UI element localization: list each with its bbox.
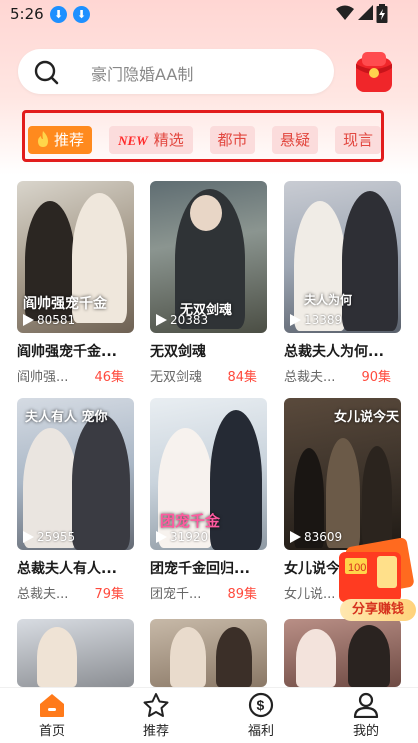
search-bar[interactable]: 豪门隐婚AA制 [18, 49, 334, 94]
home-icon [40, 694, 64, 717]
drama-title: 总裁夫人为何... [284, 344, 384, 360]
tab-urban[interactable]: 都市 [210, 126, 255, 154]
tab-label: 都市 [217, 131, 248, 149]
view-count: 31920 [156, 530, 208, 544]
view-count: 20383 [156, 313, 208, 327]
nav-mine[interactable]: 我的 [336, 692, 396, 739]
episode-count: 79集 [94, 587, 124, 602]
tab-label: 悬疑 [279, 131, 310, 149]
drama-poster[interactable] [150, 619, 267, 687]
play-icon [156, 530, 167, 543]
drama-title: 无双剑魂 [150, 344, 206, 360]
play-icon [290, 530, 301, 543]
view-count: 13389 [290, 313, 342, 327]
poster-title: 团宠千金 [160, 512, 221, 530]
view-count: 25955 [23, 530, 75, 544]
poster-title: 夫人有人 宠你 [25, 410, 108, 425]
drama-subtitle: 总裁夫... [284, 370, 336, 385]
drama-poster[interactable]: 团宠千金 31920 [150, 398, 267, 550]
poster-title: 女儿说今天 [334, 410, 400, 425]
tab-recommend[interactable]: 推荐 [28, 126, 92, 154]
search-input[interactable]: 豪门隐婚AA制 [91, 61, 193, 85]
drama-poster[interactable]: 夫人为何 13389 [284, 181, 401, 333]
star-icon [143, 693, 169, 717]
signal-icon [358, 5, 373, 20]
drama-poster[interactable]: 夫人有人 宠你 25955 [17, 398, 134, 550]
play-icon [23, 313, 34, 326]
play-icon [23, 530, 34, 543]
drama-subtitle: 阎帅强... [17, 370, 69, 385]
drama-title: 总裁夫人有人... [17, 561, 117, 577]
episode-count: 84集 [227, 370, 257, 385]
battery-icon [376, 4, 388, 23]
tab-suspense[interactable]: 悬疑 [272, 126, 318, 154]
download-icon: ⬇ [50, 6, 67, 23]
tab-label: 现言 [342, 131, 373, 149]
poster-title: 夫人为何 [304, 293, 353, 307]
fire-icon [37, 131, 48, 147]
episode-count: 90集 [361, 370, 391, 385]
drama-poster[interactable]: 阎帅强宠千金 80581 [17, 181, 134, 333]
view-count: 80581 [23, 313, 75, 327]
drama-poster[interactable]: 女儿说今天 83609 [284, 398, 401, 550]
drama-subtitle: 总裁夫... [17, 587, 69, 602]
red-envelope-icon[interactable] [352, 50, 396, 96]
dollar-icon: $ [248, 692, 274, 718]
drama-poster[interactable] [17, 619, 134, 687]
nav-recommend[interactable]: 推荐 [126, 692, 186, 739]
svg-text:$: $ [257, 697, 265, 713]
search-icon [34, 60, 59, 85]
tab-featured[interactable]: NEW 精选 [109, 126, 193, 154]
share-earn-button[interactable]: 分享赚钱 [340, 599, 416, 621]
user-icon [353, 692, 379, 718]
status-bar: 5:26 ⬇ ⬇ [0, 0, 418, 30]
drama-subtitle: 团宠千... [150, 587, 202, 602]
nav-home[interactable]: 首页 [22, 692, 82, 739]
drama-subtitle: 女儿说... [284, 587, 336, 602]
wifi-icon [336, 5, 354, 20]
tab-modern-romance[interactable]: 现言 [335, 126, 381, 154]
nav-welfare[interactable]: $ 福利 [231, 692, 291, 739]
episode-count: 89集 [227, 587, 257, 602]
svg-text:100: 100 [348, 562, 366, 574]
bottom-navigation: 首页 推荐 $ 福利 我的 [0, 687, 418, 743]
status-time: 5:26 [10, 5, 44, 23]
episode-count: 46集 [94, 370, 124, 385]
tab-label: 精选 [153, 131, 184, 149]
drama-title: 团宠千金回归... [150, 561, 250, 577]
drama-poster[interactable]: 无双剑魂 20383 [150, 181, 267, 333]
new-badge: NEW [118, 133, 148, 148]
play-icon [156, 313, 167, 326]
download-icon: ⬇ [73, 6, 90, 23]
tab-label: 推荐 [53, 131, 84, 149]
drama-poster[interactable] [284, 619, 401, 687]
drama-subtitle: 无双剑魂 [150, 370, 203, 385]
play-icon [290, 313, 301, 326]
poster-title: 阎帅强宠千金 [23, 296, 107, 312]
drama-title: 阎帅强宠千金... [17, 344, 117, 360]
